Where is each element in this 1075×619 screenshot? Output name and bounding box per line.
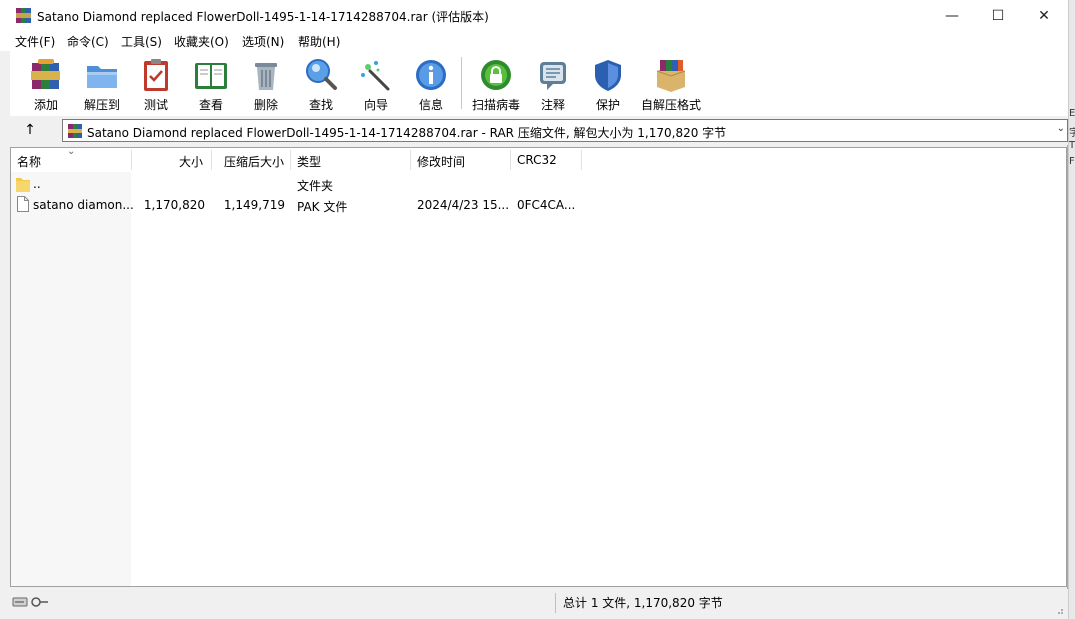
view-book-icon [195,63,227,89]
file-type: PAK 文件 [297,200,348,214]
file-crc: 0FC4CA... [517,198,576,212]
file-name: .. [33,177,41,191]
file-icon [17,196,29,212]
side-strip-text: 字 [1069,124,1075,139]
add-button[interactable]: 添加 [22,55,70,113]
find-button[interactable]: 查找 [297,55,345,113]
find-label: 查找 [308,98,333,112]
folder-icon [16,178,30,192]
list-item-file[interactable]: satano diamon... 1,170,820 1,149,719 PAK… [11,195,1066,216]
protect-label: 保护 [595,98,620,112]
test-label: 测试 [143,98,168,112]
status-divider [555,593,556,613]
menu-options[interactable]: 选项(N) [242,33,284,50]
menu-bar: 文件(F) 命令(C) 工具(S) 收藏夹(O) 选项(N) 帮助(H) [0,31,1068,51]
wizard-button[interactable]: 向导 [352,55,400,113]
list-item-parent[interactable]: .. 文件夹 [11,174,1066,195]
column-divider[interactable] [410,150,411,170]
list-header: 名称 ⌄ 大小 压缩后大小 类型 修改时间 CRC32 [11,146,1066,172]
minimize-button[interactable]: — [929,0,975,31]
view-button[interactable]: 查看 [187,55,235,113]
window-title: Satano Diamond replaced FlowerDoll-1495-… [37,10,489,24]
info-button[interactable]: 信息 [407,55,455,113]
delete-button[interactable]: 删除 [242,55,290,113]
column-divider[interactable] [211,150,212,170]
side-strip-text: FO [1069,156,1075,167]
virus-scan-label: 扫描病毒 [471,98,520,112]
column-size[interactable]: 大小 [179,153,203,170]
side-strip-text: E [1069,108,1075,119]
file-packed-size: 1,149,719 [223,198,285,212]
side-strip-text: T [1069,140,1075,151]
status-text: 总计 1 文件, 1,170,820 字节 [563,596,723,610]
find-magnifier-icon [306,59,337,90]
sfx-box-icon [656,60,686,92]
drive-key-icon [12,597,48,607]
add-archive-icon [31,59,60,89]
winrar-window: Satano Diamond replaced FlowerDoll-1495-… [0,0,1068,619]
delete-trash-icon [255,63,277,90]
toolbar: 添加 解压到 测试 查看 删除 查找 向导 信息 扫描病毒 注释 保护 自解压格… [10,51,1068,116]
address-text: Satano Diamond replaced FlowerDoll-1495-… [87,126,727,140]
address-field[interactable]: Satano Diamond replaced FlowerDoll-1495-… [62,119,1068,142]
menu-help[interactable]: 帮助(H) [298,33,340,50]
sort-indicator-icon: ⌄ [67,146,76,157]
menu-file[interactable]: 文件(F) [15,33,55,50]
extract-folder-icon [87,66,117,88]
status-bar: 总计 1 文件, 1,170,820 字节 [0,589,1068,619]
menu-tools[interactable]: 工具(S) [121,33,162,50]
maximize-button[interactable]: ☐ [975,0,1021,31]
column-divider[interactable] [290,150,291,170]
background-window-edge: E 字 T FO [1068,0,1075,619]
comment-button[interactable]: 注释 [529,55,577,113]
extract-to-label: 解压到 [83,98,120,112]
column-divider[interactable] [131,150,132,170]
column-type[interactable]: 类型 [297,153,321,170]
winrar-app-icon [16,8,31,23]
menu-commands[interactable]: 命令(C) [67,33,109,50]
test-button[interactable]: 测试 [132,55,180,113]
sfx-button[interactable]: 自解压格式 [641,55,701,113]
column-modified[interactable]: 修改时间 [417,153,465,170]
test-clipboard-icon [144,59,168,91]
comment-label: 注释 [540,98,565,112]
address-bar: ↑ Satano Diamond replaced FlowerDoll-149… [10,116,1068,145]
extract-to-button[interactable]: 解压到 [78,55,126,113]
protect-shield-icon [595,60,621,91]
view-label: 查看 [198,98,223,112]
resize-grip-icon[interactable] [1054,605,1064,615]
toolbar-separator [461,57,462,109]
comment-icon [540,62,566,90]
wizard-wand-icon [361,61,390,91]
file-modified: 2024/4/23 15... [417,198,510,212]
column-crc[interactable]: CRC32 [517,153,557,167]
column-divider[interactable] [581,150,582,170]
sfx-label: 自解压格式 [641,98,702,112]
wizard-label: 向导 [363,98,388,112]
title-bar: Satano Diamond replaced FlowerDoll-1495-… [0,0,1068,31]
info-icon [416,60,446,90]
info-label: 信息 [418,98,443,112]
file-type: 文件夹 [297,179,334,193]
virus-scan-icon [481,60,511,90]
column-packed[interactable]: 压缩后大小 [224,153,284,170]
rar-archive-icon [68,124,82,138]
add-label: 添加 [33,98,58,112]
delete-label: 删除 [253,98,278,112]
file-size: 1,170,820 [143,198,205,212]
address-dropdown-icon[interactable]: ⌄ [1057,123,1065,134]
up-arrow-icon[interactable]: ↑ [20,121,40,141]
file-list: 名称 ⌄ 大小 压缩后大小 类型 修改时间 CRC32 .. 文件夹 satan… [10,146,1067,587]
column-divider[interactable] [510,150,511,170]
virus-scan-button[interactable]: 扫描病毒 [472,55,520,113]
close-button[interactable]: ✕ [1021,0,1067,31]
menu-favorites[interactable]: 收藏夹(O) [174,33,229,50]
file-name: satano diamon... [33,198,134,212]
column-name[interactable]: 名称 [17,153,41,170]
protect-button[interactable]: 保护 [584,55,632,113]
